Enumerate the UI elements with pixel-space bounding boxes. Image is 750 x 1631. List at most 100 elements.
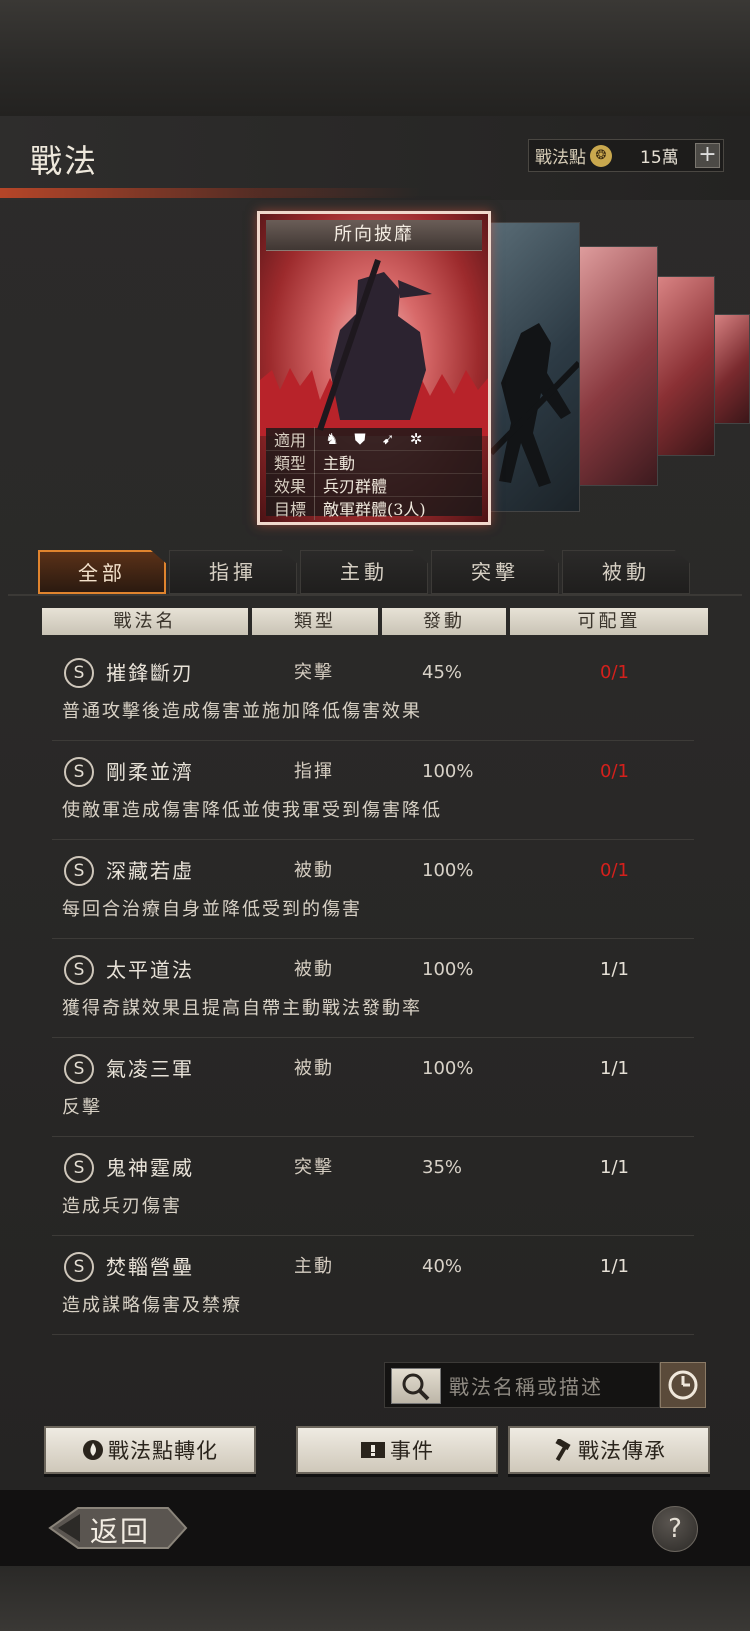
card-target: 敵軍群體(3人): [323, 500, 426, 519]
skill-name: 太平道法: [106, 958, 194, 982]
skill-description: 獲得奇謀效果且提高自帶主動戰法發動率: [62, 998, 422, 1019]
row-divider: [52, 839, 694, 840]
row-divider: [52, 740, 694, 741]
shield-icon: ⛊: [354, 430, 366, 448]
skill-rate: 35%: [422, 1157, 463, 1178]
tab-command[interactable]: 指揮: [169, 550, 297, 594]
row-divider: [52, 938, 694, 939]
selected-skill-card[interactable]: 所向披靡 適用 ♞ ⛊ ➹ ✲ 類型 主動 效果 兵刃群體 目標 敵軍群體(3人…: [257, 211, 491, 525]
event-icon: [361, 1442, 385, 1458]
skill-rate: 100%: [422, 860, 474, 881]
skill-name: 氣凌三軍: [106, 1057, 194, 1081]
apply-label: 適用: [266, 427, 315, 451]
bottom-decoration: [0, 1566, 750, 1631]
tab-active[interactable]: 主動: [300, 550, 428, 594]
column-header-rate[interactable]: 發動: [382, 608, 506, 635]
column-header-name[interactable]: 戰法名: [42, 608, 248, 635]
help-button[interactable]: ?: [652, 1506, 698, 1552]
row-divider: [52, 1235, 694, 1236]
card-info-panel: 適用 ♞ ⛊ ➹ ✲ 類型 主動 效果 兵刃群體 目標 敵軍群體(3人): [266, 427, 482, 520]
skill-row[interactable]: S 摧鋒斷刃 突擊 45% 0/1 普通攻擊後造成傷害並施加降低傷害效果: [52, 646, 694, 740]
skill-description: 每回合治療自身並降低受到的傷害: [62, 899, 362, 920]
header-glow: [0, 188, 420, 198]
search-bar: [384, 1362, 660, 1408]
bow-icon: ➹: [381, 430, 395, 448]
rank-badge: S: [64, 1153, 94, 1183]
general-silhouette: [260, 259, 488, 436]
search-input[interactable]: [447, 1368, 659, 1406]
skill-name: 摧鋒斷刃: [106, 661, 194, 685]
skill-rate: 45%: [422, 662, 463, 683]
warrior-silhouette: [488, 323, 579, 487]
tab-all[interactable]: 全部: [38, 550, 166, 594]
rank-badge: S: [64, 757, 94, 787]
rank-badge: S: [64, 856, 94, 886]
skill-type: 被動: [294, 860, 334, 881]
rank-badge: S: [64, 1252, 94, 1282]
skill-slot: 0/1: [600, 662, 629, 683]
card-type: 主動: [323, 454, 356, 473]
skill-row[interactable]: S 太平道法 被動 100% 1/1 獲得奇謀效果且提高自帶主動戰法發動率: [52, 943, 694, 1037]
skill-slot: 1/1: [600, 959, 629, 980]
skill-row[interactable]: S 剛柔並濟 指揮 100% 0/1 使敵軍造成傷害降低並使我軍受到傷害降低: [52, 745, 694, 839]
row-divider: [52, 1037, 694, 1038]
skill-rate: 100%: [422, 1058, 474, 1079]
skill-rate: 100%: [422, 761, 474, 782]
tab-passive[interactable]: 被動: [562, 550, 690, 594]
points-label: 戰法點: [535, 148, 586, 168]
rank-badge: S: [64, 955, 94, 985]
flame-icon: ❂: [590, 144, 612, 167]
skill-row[interactable]: S 氣凌三軍 被動 100% 1/1 反擊: [52, 1042, 694, 1136]
inherit-skill-button[interactable]: 戰法傳承: [508, 1426, 710, 1474]
column-header-type[interactable]: 類型: [252, 608, 378, 635]
skill-slot: 0/1: [600, 761, 629, 782]
page-title: 戰法: [30, 142, 99, 180]
clock-icon: [668, 1370, 698, 1400]
skill-slot: 1/1: [600, 1058, 629, 1079]
skill-rate: 40%: [422, 1256, 463, 1277]
search-button[interactable]: [391, 1368, 441, 1404]
add-points-button[interactable]: +: [695, 143, 720, 168]
skill-name: 剛柔並濟: [106, 760, 194, 784]
flame-icon: [83, 1440, 103, 1460]
skill-card-3[interactable]: [572, 246, 658, 486]
skill-row[interactable]: S 深藏若虛 被動 100% 0/1 每回合治療自身並降低受到的傷害: [52, 844, 694, 938]
skill-slot: 1/1: [600, 1256, 629, 1277]
event-button[interactable]: 事件: [296, 1426, 498, 1474]
skill-row[interactable]: S 焚輜營壘 主動 40% 1/1 造成謀略傷害及禁療: [52, 1240, 694, 1334]
skill-description: 普通攻擊後造成傷害並施加降低傷害效果: [62, 701, 422, 722]
skill-points-display: 戰法點 ❂ 15萬 +: [528, 139, 724, 172]
skill-name: 鬼神霆威: [106, 1156, 194, 1180]
rank-badge: S: [64, 658, 94, 688]
hammer-icon: [555, 1439, 571, 1461]
skill-description: 反擊: [62, 1097, 102, 1118]
skill-card-4[interactable]: [650, 276, 715, 456]
skill-name: 深藏若虛: [106, 859, 194, 883]
skill-description: 造成兵刃傷害: [62, 1196, 182, 1217]
top-decoration: [0, 0, 750, 116]
card-title: 所向披靡: [266, 220, 482, 251]
skill-type: 主動: [294, 1256, 334, 1277]
inherit-skill-label: 戰法傳承: [578, 1439, 666, 1463]
skill-description: 使敵軍造成傷害降低並使我軍受到傷害降低: [62, 800, 442, 821]
skill-slot: 1/1: [600, 1157, 629, 1178]
row-divider: [52, 1136, 694, 1137]
tab-assault[interactable]: 突擊: [431, 550, 559, 594]
cavalry-icon: ♞: [325, 430, 339, 448]
skill-type: 被動: [294, 959, 334, 980]
card-effect: 兵刃群體: [323, 477, 388, 496]
skill-row[interactable]: S 鬼神霆威 突擊 35% 1/1 造成兵刃傷害: [52, 1141, 694, 1235]
skill-name: 焚輜營壘: [106, 1255, 194, 1279]
event-label: 事件: [390, 1439, 434, 1463]
target-label: 目標: [266, 496, 315, 520]
history-button[interactable]: [660, 1362, 706, 1408]
rank-badge: S: [64, 1054, 94, 1084]
column-header-slot[interactable]: 可配置: [510, 608, 708, 635]
search-icon: [402, 1373, 430, 1401]
skill-card-2[interactable]: [480, 222, 580, 512]
tabs-divider: [8, 594, 742, 596]
wheel-icon: ✲: [409, 430, 423, 448]
back-button[interactable]: 返回: [90, 1510, 150, 1550]
convert-points-button[interactable]: 戰法點轉化: [44, 1426, 256, 1474]
skill-type: 指揮: [294, 761, 334, 782]
